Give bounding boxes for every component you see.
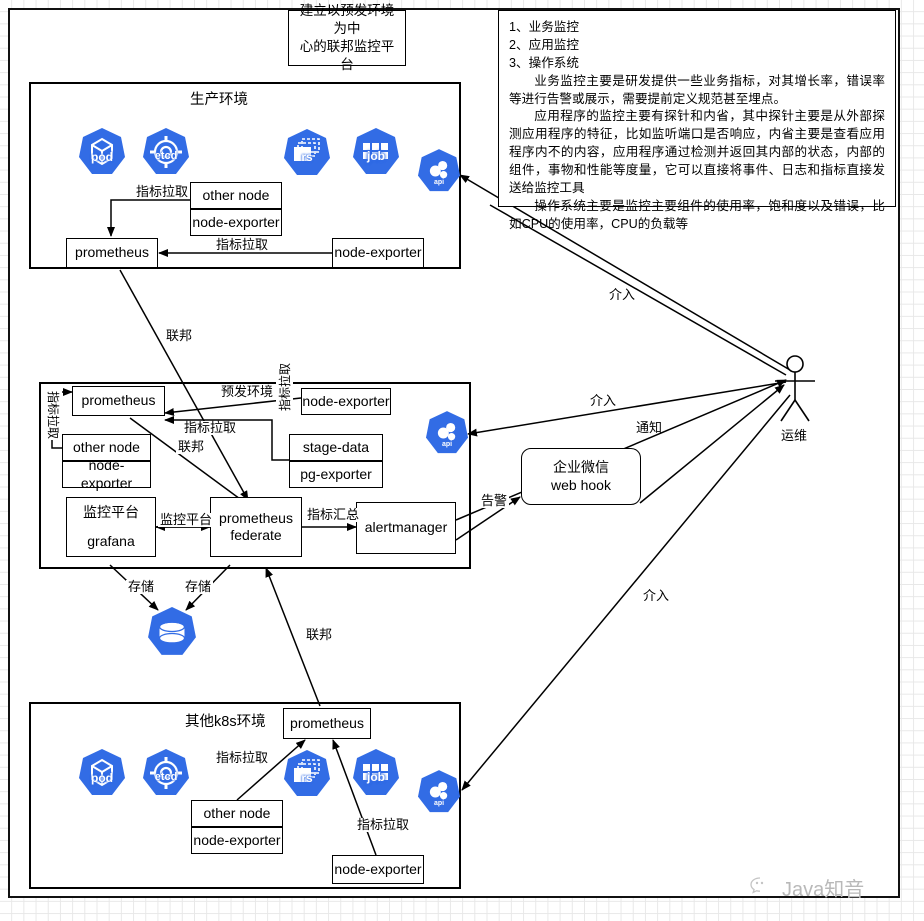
edge-intervene-bottom-label: 介入: [643, 588, 670, 603]
note-item-1: 1、业务监控: [509, 20, 579, 34]
other-k8s-edge-pull-lower-label: 指标拉取: [355, 817, 412, 833]
stage-other-node-exporter-box: node-exporter: [62, 457, 151, 491]
other-k8s-other-node-box: other node: [191, 800, 283, 827]
diagram-title-line1: 建立以预发环境为中: [299, 2, 395, 36]
federate-line1: prometheus: [219, 509, 293, 526]
production-env-title: 生产环境: [190, 92, 248, 108]
edge-intervene-mid-label: 介入: [590, 393, 617, 408]
note-item-2: 2、应用监控: [509, 37, 579, 52]
edge-intervene-top-label: 介入: [609, 287, 636, 302]
stage-edge-pull-vertical-right-label: 指标拉取: [276, 361, 293, 412]
other-k8s-node-exporter-box: node-exporter: [332, 855, 424, 884]
notes-panel: 1、业务监控 2、应用监控 3、操作系统 业务监控主要是研发提供一些业务指标，对…: [498, 10, 896, 231]
stage-edge-pull-vertical-left-label: 指标拉取: [45, 390, 62, 441]
stage-edge-storage-left-label: 存储: [126, 579, 157, 595]
prod-other-node-exporter-box: node-exporter: [190, 209, 282, 236]
note-item-3: 3、操作系统: [509, 55, 579, 70]
prometheus-federate-box: prometheus federate: [210, 497, 302, 557]
note-paragraph-2: 应用程序的监控主要有探针和内省，其中探针主要是从外部探测应用程序的特征，比如监听…: [509, 109, 885, 195]
edge-notify-label: 通知: [636, 420, 663, 435]
federate-line2: federate: [230, 527, 282, 543]
prod-edge-pull-right-label: 指标拉取: [214, 237, 271, 253]
federation-label-top: 联邦: [166, 328, 193, 343]
actor-ops-label: 运维: [781, 428, 808, 443]
diagram-canvas: 建立以预发环境为中 心的联邦监控平台 1、业务监控 2、应用监控 3、操作系统 …: [0, 0, 924, 921]
stage-edge-storage-right-label: 存储: [183, 579, 214, 595]
stage-edge-metric-summary-label: 指标汇总: [305, 507, 362, 523]
edge-alert-label: 告警: [479, 493, 510, 509]
other-k8s-edge-pull-upper-label: 指标拉取: [214, 750, 271, 766]
diagram-title-box: 建立以预发环境为中 心的联邦监控平台: [288, 3, 406, 72]
grafana-box-name: grafana: [87, 532, 135, 549]
alertmanager-box: alertmanager: [356, 502, 456, 554]
stage-edge-monitor-platform-label: 监控平台: [158, 512, 215, 528]
prod-node-exporter-box: node-exporter: [332, 238, 424, 268]
grafana-box-title: 监控平台: [83, 503, 139, 520]
other-k8s-other-node-exporter-box: node-exporter: [191, 827, 283, 854]
prod-edge-pull-left-label: 指标拉取: [134, 184, 191, 200]
stage-edge-pull-center-label: 指标拉取: [182, 420, 239, 436]
watermark: Java知音: [750, 873, 864, 902]
wechat-webhook-line2: web hook: [551, 476, 611, 493]
stage-env-edge-label: 预发环境: [219, 384, 276, 400]
grafana-box: 监控平台 grafana: [66, 497, 156, 557]
stage-node-exporter-box: node-exporter: [301, 388, 391, 415]
wechat-webhook-line1: 企业微信: [553, 459, 609, 475]
prod-prometheus-box: prometheus: [66, 238, 158, 268]
federation-label-bottom: 联邦: [306, 627, 333, 642]
wechat-logo-icon: [750, 875, 776, 901]
stage-edge-federation-inner-label: 联邦: [176, 439, 207, 455]
prod-other-node-box: other node: [190, 182, 282, 209]
stage-prometheus-box: prometheus: [72, 386, 165, 416]
note-paragraph-3: 操作系统主要是监控主要组件的使用率，饱和度以及错误，比如CPU的使用率，CPU的…: [509, 198, 885, 231]
watermark-text: Java知音: [782, 879, 865, 901]
other-k8s-env-title: 其他k8s环境: [185, 714, 266, 730]
pg-exporter-box: pg-exporter: [289, 461, 383, 488]
diagram-title-line2: 心的联邦监控平台: [299, 39, 395, 73]
other-k8s-prometheus-box: prometheus: [283, 708, 371, 739]
wechat-webhook-box: 企业微信 web hook: [521, 448, 641, 505]
note-paragraph-1: 业务监控主要是研发提供一些业务指标，对其增长率，错误率等进行告警或展示，需要提前…: [509, 73, 885, 106]
stage-data-box: stage-data: [289, 434, 383, 461]
